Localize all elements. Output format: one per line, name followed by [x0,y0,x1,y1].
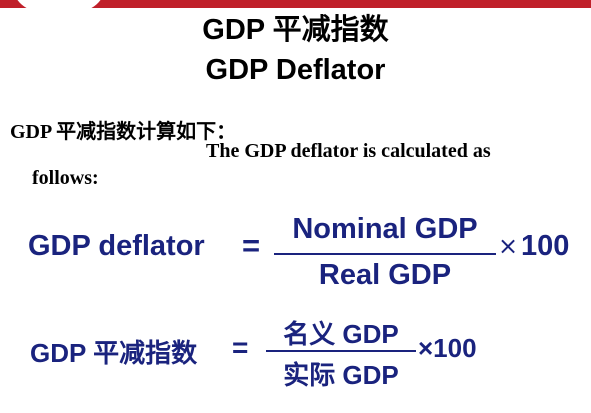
formula-chinese-denominator: 实际 GDP [283,360,399,390]
formula-chinese-lhs: GDP 平减指数 [30,338,198,368]
formula-english-equals: = [242,228,261,263]
formula-english-numerator: Nominal GDP [292,213,478,245]
formula-english-multiplier: 100 [521,230,570,262]
formula-chinese-equals: = [232,332,249,363]
formula-english-times-sign: × [498,232,519,260]
formula-english-fraction-bar [274,253,496,255]
formula-chinese-fraction-bar [266,350,416,352]
slide-title-chinese: GDP 平减指数 [202,14,389,46]
formula-chinese-times-multiplier: ×100 [418,333,477,363]
formula-chinese-numerator: 名义 GDP [283,319,399,349]
intro-text-english-line2: follows: [32,167,99,189]
formula-english-denominator: Real GDP [318,259,452,291]
formula-english-lhs: GDP deflator [28,230,205,262]
intro-text-chinese: GDP 平减指数计算如下： [10,121,237,143]
slide-title-english: GDP Deflator [205,54,386,86]
intro-text-english-line1: The GDP deflator is calculated as [206,140,491,162]
